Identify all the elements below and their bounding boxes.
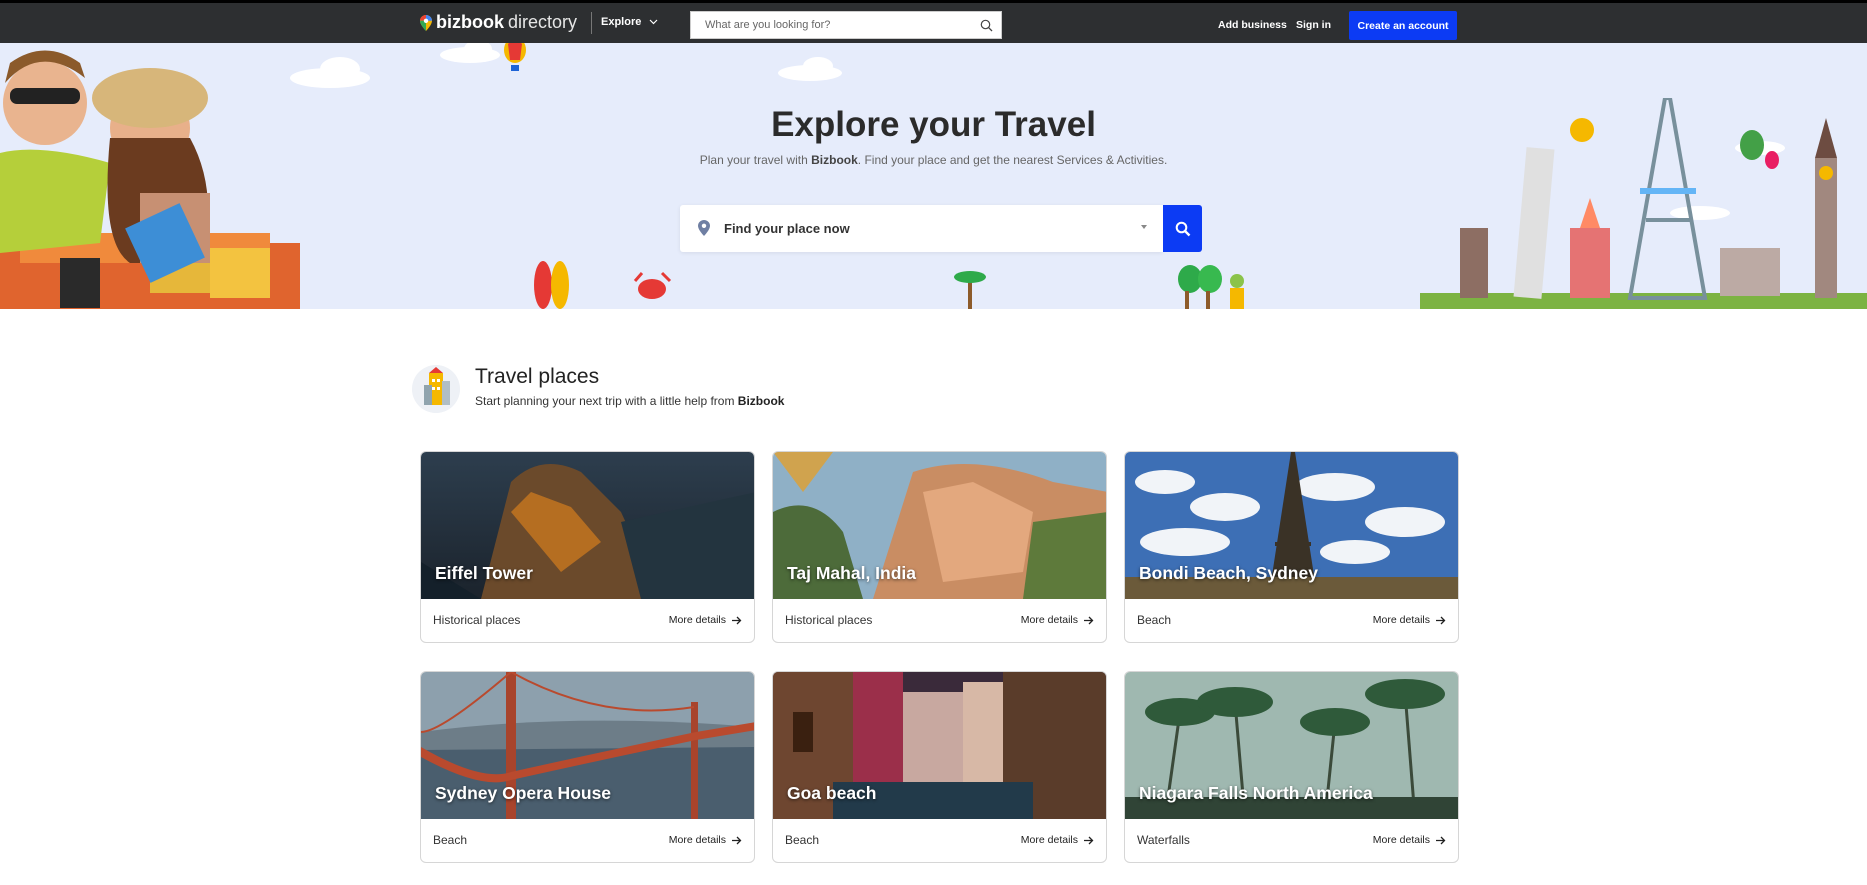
- arrow-right-icon: [732, 616, 742, 624]
- place-category: Waterfalls: [1137, 833, 1190, 847]
- place-name: Eiffel Tower: [435, 563, 533, 583]
- explore-dropdown[interactable]: Explore: [601, 16, 658, 28]
- caret-down-icon: [1141, 225, 1147, 229]
- section-subtitle-brand: Bizbook: [737, 394, 785, 408]
- place-card[interactable]: Taj Mahal, India Historical places More …: [772, 451, 1107, 643]
- travelers-illustration: [0, 50, 300, 309]
- chevron-down-icon: [649, 19, 658, 25]
- place-card[interactable]: Sydney Opera House Beach More details: [420, 671, 755, 863]
- place-card[interactable]: Bondi Beach, Sydney Beach More details: [1124, 451, 1459, 643]
- add-business-link[interactable]: Add business: [1218, 19, 1287, 31]
- more-details-label: More details: [1372, 614, 1430, 626]
- more-details-link[interactable]: More details: [669, 834, 742, 846]
- search-icon: [1175, 221, 1190, 236]
- more-details-link[interactable]: More details: [1373, 614, 1446, 626]
- place-name: Niagara Falls North America: [1139, 783, 1373, 803]
- hero-subtitle-suffix: . Find your place and get the nearest Se…: [857, 153, 1168, 167]
- place-name: Goa beach: [787, 783, 877, 803]
- more-details-label: More details: [1020, 834, 1078, 846]
- divider: [591, 12, 592, 34]
- place-search-select[interactable]: Find your place now: [680, 205, 1163, 252]
- more-details-label: More details: [668, 614, 726, 626]
- more-details-label: More details: [1372, 834, 1430, 846]
- search-icon[interactable]: [980, 19, 993, 32]
- place-name: Sydney Opera House: [435, 783, 612, 803]
- section-title: Travel places: [475, 365, 600, 388]
- header-search-input[interactable]: [691, 12, 971, 38]
- header-search-box: [690, 11, 1002, 39]
- arrow-right-icon: [1436, 616, 1446, 624]
- more-details-link[interactable]: More details: [1021, 834, 1094, 846]
- balloon-illustration: [504, 43, 526, 71]
- hero-search-button[interactable]: [1163, 205, 1202, 252]
- hero-subtitle-brand: Bizbook: [811, 153, 858, 167]
- section-subtitle-prefix: Start planning your next trip with a lit…: [475, 394, 738, 408]
- beach-decorations-illustration: [534, 261, 1244, 309]
- logo-thin-text: directory: [508, 12, 578, 32]
- more-details-link[interactable]: More details: [1021, 614, 1094, 626]
- place-card[interactable]: Eiffel Tower Historical places More deta…: [420, 451, 755, 643]
- place-name: Bondi Beach, Sydney: [1139, 563, 1318, 583]
- map-pin-logo-icon: [420, 14, 432, 31]
- more-details-label: More details: [1020, 614, 1078, 626]
- arrow-right-icon: [1084, 616, 1094, 624]
- landmarks-illustration: [1420, 98, 1867, 309]
- logo-bold-text: bizbook: [436, 12, 504, 32]
- place-category: Historical places: [785, 613, 873, 627]
- place-card[interactable]: Goa beach Beach More details: [772, 671, 1107, 863]
- place-category: Beach: [785, 833, 820, 847]
- create-account-button[interactable]: Create an account: [1349, 11, 1457, 40]
- place-category: Beach: [433, 833, 468, 847]
- place-search-placeholder: Find your place now: [724, 221, 850, 236]
- more-details-link[interactable]: More details: [669, 614, 742, 626]
- logo[interactable]: bizbook directory: [420, 12, 577, 33]
- place-name: Taj Mahal, India: [787, 563, 917, 583]
- place-category: Historical places: [433, 613, 521, 627]
- arrow-right-icon: [1084, 836, 1094, 844]
- top-navbar: bizbook directory Explore Add business S…: [0, 0, 1867, 43]
- city-building-icon: [412, 365, 460, 413]
- hero-banner: Explore your Travel Plan your travel wit…: [0, 43, 1867, 309]
- more-details-label: More details: [668, 834, 726, 846]
- arrow-right-icon: [1436, 836, 1446, 844]
- explore-label: Explore: [601, 16, 642, 28]
- place-card[interactable]: Niagara Falls North America Waterfalls M…: [1124, 671, 1459, 863]
- section-subtitle: Start planning your next trip with a lit…: [475, 394, 784, 408]
- sign-in-link[interactable]: Sign in: [1296, 19, 1331, 31]
- arrow-right-icon: [732, 836, 742, 844]
- place-category: Beach: [1137, 613, 1172, 627]
- more-details-link[interactable]: More details: [1373, 834, 1446, 846]
- hero-subtitle-prefix: Plan your travel with: [699, 153, 812, 167]
- location-pin-icon: [698, 220, 710, 236]
